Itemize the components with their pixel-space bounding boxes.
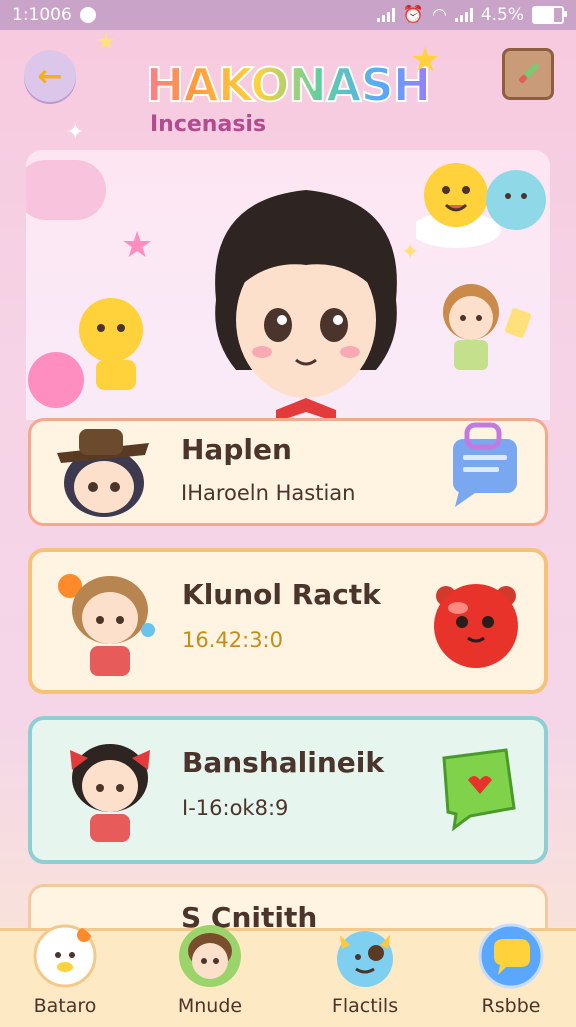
nav-item-flactils[interactable]: Flactils: [300, 931, 430, 1027]
bottom-nav: Bataro Mnude Flactils Rsbbe: [0, 923, 576, 1027]
item-subtitle: IHaroeln Hastian: [181, 481, 356, 505]
nav-label: Flactils: [331, 995, 399, 1017]
arrow-left-icon: ←: [37, 58, 63, 94]
battery-percent: 4.5%: [480, 5, 524, 25]
list-item[interactable]: Haplen IHaroeln Hastian: [28, 418, 548, 526]
nav-item-mnude[interactable]: Mnude: [145, 925, 275, 1027]
app-logo: HAKONASH: [128, 57, 448, 113]
signal-icon: [376, 8, 395, 22]
list-item[interactable]: Klunol Ractk 16.42:3:0: [28, 548, 548, 694]
star-icon: ★: [121, 225, 154, 266]
battery-icon: [532, 6, 567, 24]
sparkle-icon: ✦: [66, 120, 85, 145]
signal-icon-2: [454, 8, 473, 22]
sparkle-icon: ★: [96, 30, 116, 55]
app-subtitle: Incenasis: [150, 112, 267, 137]
pink-creature: [28, 352, 84, 408]
chat-bubble-icon: [453, 422, 517, 507]
chat-icon: [478, 923, 544, 989]
item-title: Klunol Ractk: [182, 578, 381, 611]
notification-icon: [79, 7, 96, 23]
nav-label: Mnude: [177, 995, 243, 1017]
white-creature-icon: [33, 924, 97, 988]
alarm-icon: ⏰: [402, 5, 424, 25]
yellow-creature: [416, 163, 546, 248]
nav-label: Rsbbe: [481, 995, 541, 1017]
edit-button[interactable]: [502, 48, 554, 100]
back-button[interactable]: ←: [24, 50, 76, 102]
avatar: [58, 574, 155, 676]
girl-character: [443, 284, 531, 370]
nav-label: Bataro: [33, 995, 97, 1017]
avatar: [57, 429, 149, 517]
user-avatar-icon: [179, 925, 241, 987]
pencil-icon: [518, 63, 539, 84]
red-blob-icon: [434, 584, 518, 668]
item-subtitle: 16.42:3:0: [182, 628, 283, 652]
nav-item-bataro[interactable]: Bataro: [0, 924, 130, 1027]
status-time: 1:1006: [12, 5, 72, 25]
avatar: [70, 744, 150, 842]
item-title: Haplen: [181, 433, 292, 466]
header: ← HAKONASH Incenasis ★ ✦ ★: [0, 30, 576, 150]
list-item[interactable]: Banshalineik I-16:ok8:9: [28, 716, 548, 864]
item-subtitle: I-16:ok8:9: [182, 796, 289, 820]
cloud-decoration: [26, 160, 106, 220]
main-character: [215, 190, 397, 420]
star-icon: ★: [410, 40, 441, 80]
item-title: Banshalineik: [182, 746, 385, 779]
wifi-icon: ◠: [431, 5, 447, 25]
heart-note-icon: [442, 748, 516, 832]
blue-creature-icon: [337, 931, 393, 987]
hero-illustration: ★ ✦: [26, 150, 550, 420]
nav-item-rsbbe[interactable]: Rsbbe: [446, 923, 576, 1027]
status-bar: 1:1006 ⏰ ◠ 4.5%: [0, 0, 576, 30]
